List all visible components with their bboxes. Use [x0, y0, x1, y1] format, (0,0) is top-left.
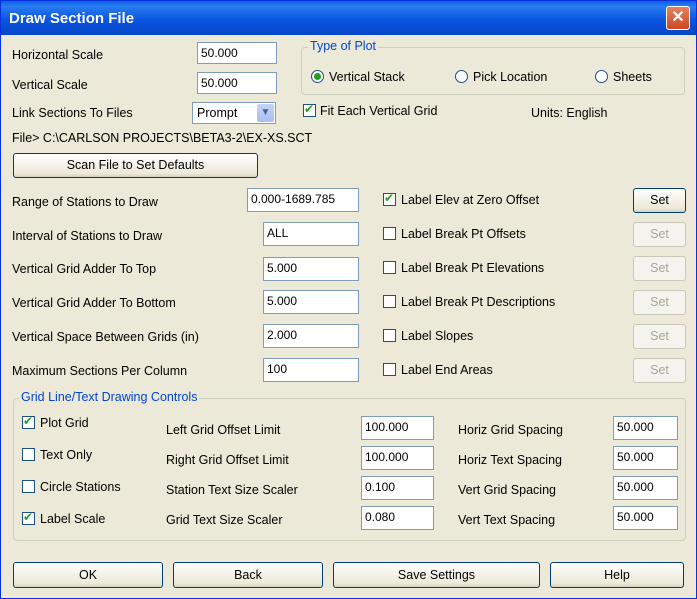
max-sections-input[interactable]: 100 [263, 358, 359, 382]
label-break-elevations-checkbox[interactable] [383, 261, 396, 274]
label-elev-zero-text: Label Elev at Zero Offset [401, 193, 540, 207]
space-between-label: Vertical Space Between Grids (in) [12, 330, 199, 344]
space-between-input[interactable]: 2.000 [263, 324, 359, 348]
back-button[interactable]: Back [173, 562, 323, 588]
set-break-elevations-button[interactable]: Set [633, 256, 686, 281]
label-break-descriptions-text: Label Break Pt Descriptions [401, 295, 556, 309]
units-text: Units: English [531, 106, 608, 120]
vertical-scale-label: Vertical Scale [12, 78, 88, 92]
chevron-down-icon: ▼ [257, 104, 274, 122]
link-sections-select[interactable]: Prompt ▼ [192, 102, 276, 124]
grid-controls-group [13, 398, 686, 541]
range-stations-label: Range of Stations to Draw [12, 195, 158, 209]
horiz-text-spacing-input[interactable]: 50.000 [613, 446, 678, 470]
label-break-descriptions-checkbox[interactable] [383, 295, 396, 308]
left-grid-offset-label: Left Grid Offset Limit [166, 423, 281, 437]
radio-vertical-stack[interactable] [311, 70, 324, 83]
grid-controls-legend: Grid Line/Text Drawing Controls [19, 390, 200, 404]
text-only-label: Text Only [40, 448, 93, 462]
horiz-grid-spacing-input[interactable]: 50.000 [613, 416, 678, 440]
vertical-scale-input[interactable]: 50.000 [197, 72, 277, 94]
set-break-offsets-button[interactable]: Set [633, 222, 686, 247]
label-break-offsets-checkbox[interactable] [383, 227, 396, 240]
right-grid-offset-label: Right Grid Offset Limit [166, 453, 289, 467]
vert-text-spacing-input[interactable]: 50.000 [613, 506, 678, 530]
plot-grid-label: Plot Grid [40, 416, 89, 430]
set-slopes-button[interactable]: Set [633, 324, 686, 349]
link-sections-label: Link Sections To Files [12, 106, 133, 120]
range-stations-input[interactable]: 0.000-1689.785 [247, 188, 359, 212]
close-button[interactable]: ✕ [666, 6, 690, 30]
right-grid-offset-input[interactable]: 100.000 [361, 446, 434, 470]
vert-text-spacing-label: Vert Text Spacing [458, 513, 556, 527]
set-break-descriptions-button[interactable]: Set [633, 290, 686, 315]
horiz-grid-spacing-label: Horiz Grid Spacing [458, 423, 563, 437]
label-scale-label: Label Scale [40, 512, 106, 526]
vert-grid-spacing-label: Vert Grid Spacing [458, 483, 556, 497]
label-end-areas-checkbox[interactable] [383, 363, 396, 376]
label-scale-checkbox[interactable] [22, 510, 35, 525]
radio-sheets-label: Sheets [613, 70, 652, 84]
link-sections-value: Prompt [197, 106, 238, 120]
close-icon: ✕ [671, 9, 685, 26]
horizontal-scale-label: Horizontal Scale [12, 48, 104, 62]
vert-grid-spacing-input[interactable]: 50.000 [613, 476, 678, 500]
label-break-offsets-text: Label Break Pt Offsets [401, 227, 526, 241]
set-end-areas-button[interactable]: Set [633, 358, 686, 383]
fit-each-vertical-grid-label: Fit Each Vertical Grid [320, 104, 438, 118]
horizontal-scale-input[interactable]: 50.000 [197, 42, 277, 64]
adder-bottom-label: Vertical Grid Adder To Bottom [12, 296, 176, 310]
help-button[interactable]: Help [550, 562, 684, 588]
adder-top-input[interactable]: 5.000 [263, 257, 359, 281]
left-grid-offset-input[interactable]: 100.000 [361, 416, 434, 440]
grid-text-scaler-label: Grid Text Size Scaler [166, 513, 283, 527]
interval-stations-label: Interval of Stations to Draw [12, 229, 163, 243]
label-elev-zero-checkbox[interactable] [383, 191, 396, 206]
adder-top-label: Vertical Grid Adder To Top [12, 262, 157, 276]
title-bar[interactable]: Draw Section File ✕ [1, 1, 696, 35]
text-only-checkbox[interactable] [22, 448, 35, 461]
fit-each-vertical-grid-checkbox[interactable] [303, 102, 316, 117]
interval-stations-input[interactable]: ALL [263, 222, 359, 246]
label-break-elevations-text: Label Break Pt Elevations [401, 261, 545, 275]
radio-pick-location[interactable] [455, 70, 468, 83]
label-slopes-text: Label Slopes [401, 329, 474, 343]
max-sections-label: Maximum Sections Per Column [12, 364, 188, 378]
type-of-plot-legend: Type of Plot [308, 39, 379, 53]
plot-grid-checkbox[interactable] [22, 414, 35, 429]
radio-sheets[interactable] [595, 70, 608, 83]
circle-stations-checkbox[interactable] [22, 480, 35, 493]
dialog-window: Draw Section File ✕ Horizontal Scale 50.… [0, 0, 697, 599]
file-path-text: File> C:\CARLSON PROJECTS\BETA3-2\EX-XS.… [12, 131, 313, 145]
window-title: Draw Section File [9, 10, 135, 27]
adder-bottom-input[interactable]: 5.000 [263, 290, 359, 314]
ok-button[interactable]: OK [13, 562, 163, 588]
radio-vertical-stack-label: Vertical Stack [329, 70, 405, 84]
scan-file-button[interactable]: Scan File to Set Defaults [13, 153, 258, 178]
radio-pick-location-label: Pick Location [473, 70, 548, 84]
circle-stations-label: Circle Stations [40, 480, 121, 494]
label-slopes-checkbox[interactable] [383, 329, 396, 342]
station-text-scaler-input[interactable]: 0.100 [361, 476, 434, 500]
label-end-areas-text: Label End Areas [401, 363, 493, 377]
horiz-text-spacing-label: Horiz Text Spacing [458, 453, 562, 467]
station-text-scaler-label: Station Text Size Scaler [166, 483, 298, 497]
save-settings-button[interactable]: Save Settings [333, 562, 540, 588]
set-elev-zero-button[interactable]: Set [633, 188, 686, 213]
grid-text-scaler-input[interactable]: 0.080 [361, 506, 434, 530]
